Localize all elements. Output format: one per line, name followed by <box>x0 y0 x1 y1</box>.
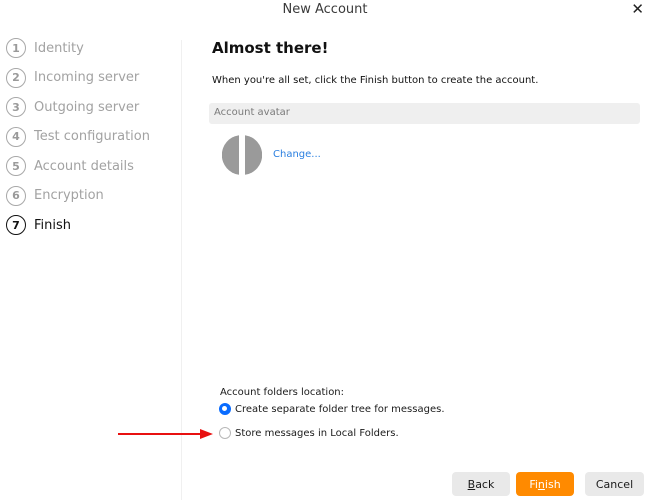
step-label: Incoming server <box>34 70 140 85</box>
step-number-badge: 4 <box>6 126 26 147</box>
cancel-button[interactable]: Cancel <box>585 472 644 496</box>
red-arrow-annotation-icon <box>118 429 213 439</box>
finish-button[interactable]: Fi n ish <box>516 472 574 496</box>
account-avatar-section-header: Account avatar <box>209 103 640 124</box>
account-avatar-icon <box>222 135 262 175</box>
title-bar: New Account ✕ <box>0 0 650 22</box>
step-identity: 1 Identity <box>6 36 84 60</box>
radio-local-folders[interactable]: Store messages in Local Folders. <box>219 427 399 439</box>
page-description: When you're all set, click the Finish bu… <box>212 75 539 86</box>
finish-accel-key: n <box>537 477 545 491</box>
step-label: Finish <box>34 217 72 233</box>
step-number-badge: 6 <box>6 185 26 206</box>
step-label: Account details <box>34 158 134 174</box>
radio-label: Create separate folder tree for messages… <box>235 403 445 415</box>
window-title: New Account <box>282 2 368 17</box>
back-accel-key: B <box>467 477 476 491</box>
radio-unselected-icon[interactable] <box>219 427 231 439</box>
step-outgoing-server: 3 Outgoing server <box>6 95 139 119</box>
change-avatar-link[interactable]: Change... <box>273 149 321 160</box>
radio-separate-folder-tree[interactable]: Create separate folder tree for messages… <box>219 403 445 415</box>
finish-label-post: ish <box>544 477 561 491</box>
step-number-badge: 1 <box>6 38 26 58</box>
close-icon[interactable]: ✕ <box>631 0 644 18</box>
step-number-badge: 2 <box>6 67 26 88</box>
step-encryption: 6 Encryption <box>6 184 104 208</box>
step-label: Identity <box>34 40 84 56</box>
step-test-configuration: 4 Test configuration <box>6 125 150 149</box>
step-number-badge: 7 <box>6 215 26 235</box>
step-account-details: 5 Account details <box>6 154 134 178</box>
step-incoming-server: 2 Incoming server <box>6 66 139 90</box>
step-number-badge: 3 <box>6 97 26 117</box>
step-label: Outgoing server <box>34 99 140 115</box>
folders-location-label: Account folders location: <box>220 387 345 398</box>
radio-label: Store messages in Local Folders. <box>235 427 399 439</box>
radio-selected-icon[interactable] <box>219 403 231 415</box>
step-number-badge: 5 <box>6 156 26 176</box>
step-label: Encryption <box>34 188 104 203</box>
step-finish: 7 Finish <box>6 213 71 237</box>
section-title: Account avatar <box>214 107 290 118</box>
page-heading: Almost there! <box>212 39 329 57</box>
back-label-post: ack <box>475 477 495 491</box>
step-label: Test configuration <box>34 129 150 144</box>
back-button[interactable]: Back <box>452 472 510 496</box>
finish-label-pre: Fi <box>529 477 538 491</box>
